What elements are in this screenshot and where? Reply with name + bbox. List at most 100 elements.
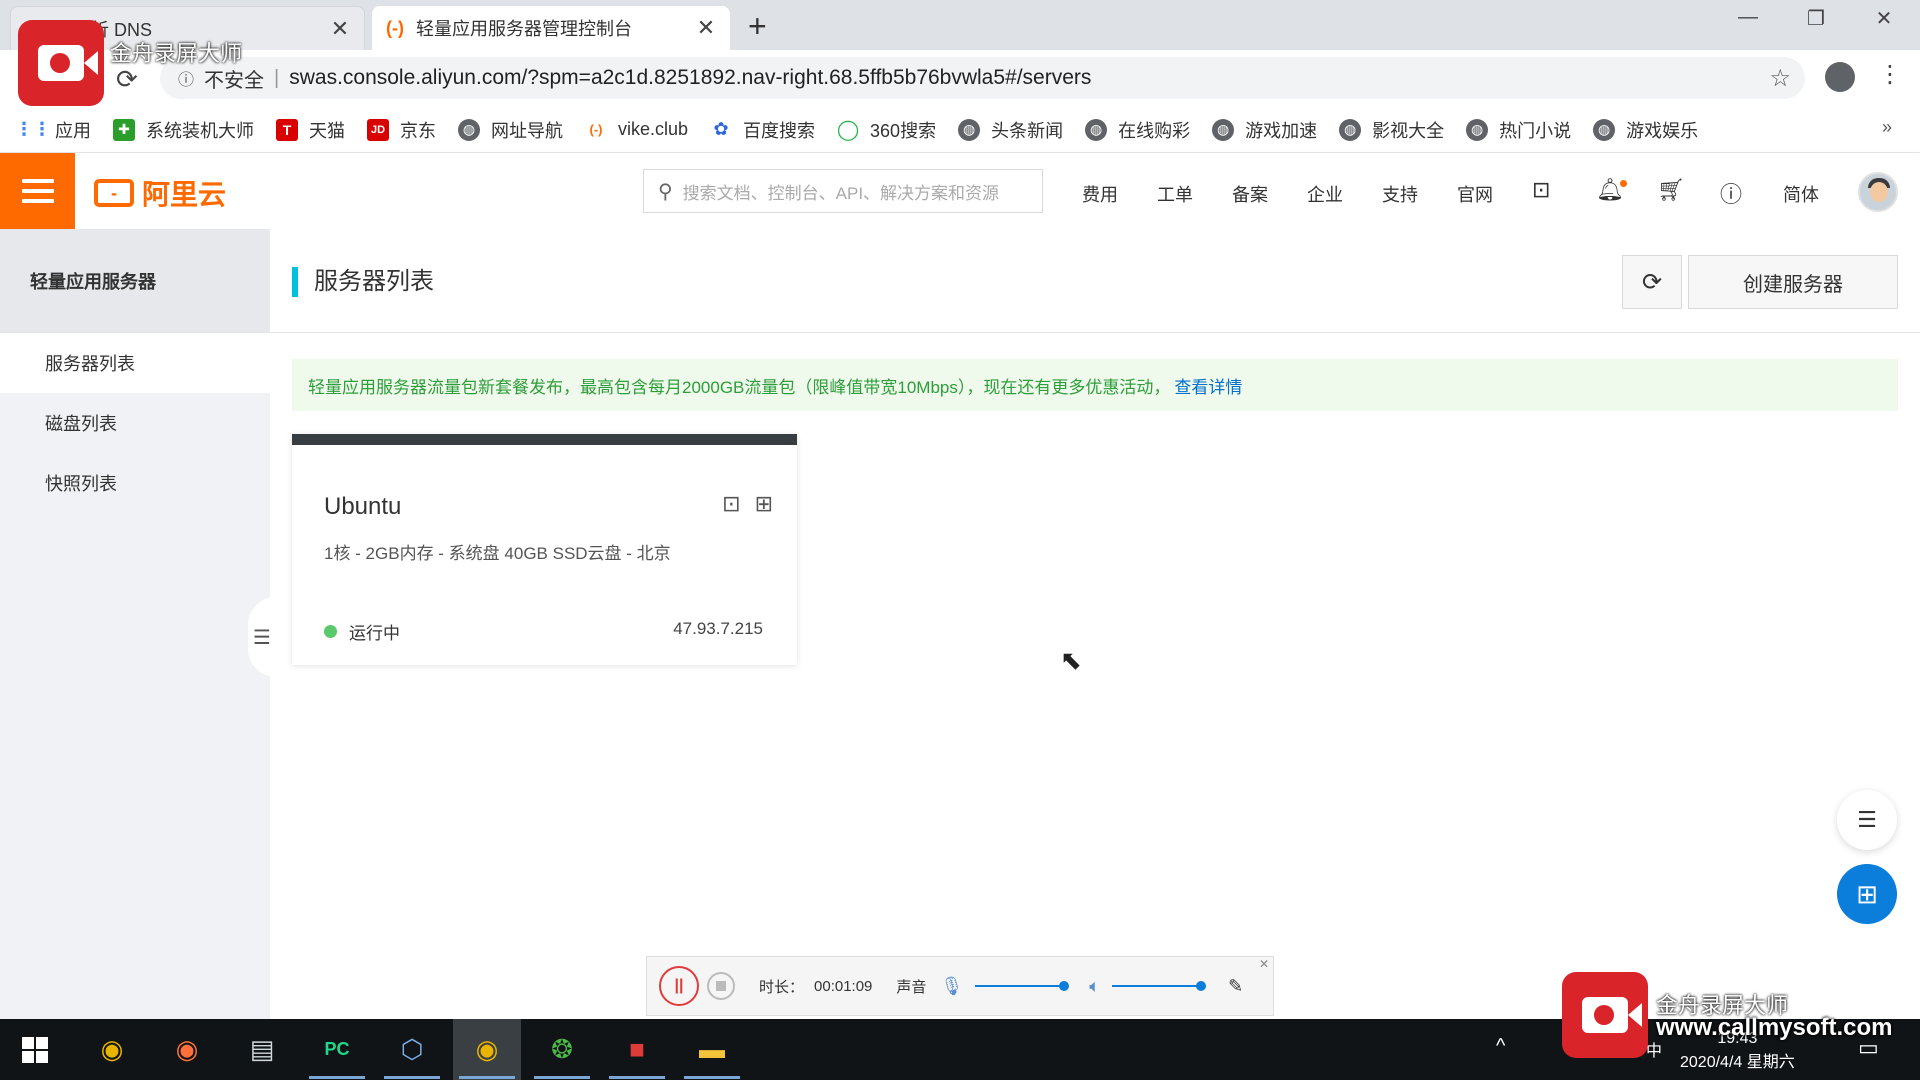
bookmark-item[interactable]: ✚ 系统装机大师	[113, 117, 254, 143]
server-name[interactable]: Ubuntu	[324, 493, 401, 521]
pause-button[interactable]: ||	[659, 966, 699, 1006]
watermark-url: www.callmysoft.com	[1656, 1014, 1893, 1041]
remote-terminal-icon[interactable]: ⊡	[722, 491, 740, 517]
nav-enterprise[interactable]: 企业	[1307, 181, 1343, 207]
info-icon[interactable]: ⓘ	[178, 66, 194, 90]
bookmark-item[interactable]: ◍ 影视大全	[1339, 117, 1444, 143]
url-text[interactable]: swas.console.aliyun.com/?spm=a2c1d.82518…	[289, 66, 1091, 90]
apps-grid-icon[interactable]: ⊞	[755, 491, 773, 517]
browser-tabstrip: (-) 云解析 DNS ✕ (-) 轻量应用服务器管理控制台 ✕ + — ❐ ✕	[0, 0, 1920, 50]
pen-icon[interactable]: ✎	[1228, 976, 1243, 997]
bookmarks-overflow-icon[interactable]: »	[1882, 117, 1892, 138]
bookmark-item[interactable]: ◍ 热门小说	[1466, 117, 1571, 143]
sidebar-item-snapshots[interactable]: 快照列表	[0, 453, 270, 513]
bookmark-item[interactable]: (-) vike.club	[585, 119, 689, 141]
refresh-button[interactable]: ⟳	[1622, 255, 1682, 309]
server-card[interactable]: Ubuntu ⊡ ⊞ 1核 - 2GB内存 - 系统盘 40GB SSD云盘 -…	[292, 434, 797, 665]
close-icon[interactable]: ✕	[696, 15, 716, 41]
speaker-icon[interactable]: 🔈︎	[1089, 976, 1100, 997]
sidebar-item-servers[interactable]: 服务器列表	[0, 333, 270, 393]
bookmark-label: 360搜索	[870, 120, 937, 141]
recorder-watermark-logo	[1562, 972, 1648, 1058]
speaker-volume-slider[interactable]	[1112, 981, 1207, 991]
recorder-toolbar: || 时长： 00:01:09 声音 🎙︎ 🔈︎ ✎ ✕	[646, 956, 1274, 1016]
nav-fees[interactable]: 费用	[1082, 181, 1118, 207]
help-icon[interactable]: ⓘ	[1720, 177, 1742, 209]
refresh-icon: ⟳	[1641, 268, 1663, 296]
aliyun-logo[interactable]: - 阿里云	[94, 173, 226, 213]
sidebar-item-disks[interactable]: 磁盘列表	[0, 393, 270, 453]
duration-value: 00:01:09	[814, 977, 873, 995]
stop-button[interactable]	[707, 972, 735, 1000]
anaconda-icon[interactable]: ❂	[534, 1027, 590, 1079]
screen-recorder-icon[interactable]: ■	[609, 1027, 665, 1079]
apps-diamond-icon: ⊞	[1856, 878, 1878, 909]
cart-icon[interactable]: 🛒︎	[1657, 177, 1685, 203]
bookmark-item[interactable]: ◯ 360搜索	[837, 117, 936, 143]
profile-icon[interactable]	[1825, 62, 1855, 92]
bookmark-item[interactable]: ◍ 在线购彩	[1085, 117, 1190, 143]
notepad-icon[interactable]: ▤	[240, 1027, 284, 1071]
reload-icon[interactable]: ⟳	[116, 64, 138, 95]
chrome-icon[interactable]: ◉	[90, 1027, 134, 1071]
chrome-icon[interactable]: ◉	[459, 1027, 515, 1079]
nav-official-site[interactable]: 官网	[1457, 181, 1493, 207]
duration-label: 时长：	[759, 978, 805, 996]
bookmark-label: 天猫	[309, 120, 345, 141]
bookmark-item[interactable]: ◍ 网址导航	[458, 117, 563, 143]
server-status: 运行中	[324, 619, 400, 644]
nav-tickets[interactable]: 工单	[1157, 181, 1193, 207]
close-icon[interactable]: ✕	[330, 16, 350, 42]
bookmark-item[interactable]: ◍ 头条新闻	[958, 117, 1063, 143]
windows-start-icon[interactable]	[22, 1037, 48, 1063]
new-tab-plus-icon[interactable]: +	[748, 8, 767, 45]
bookmark-star-icon[interactable]: ☆	[1769, 64, 1791, 93]
virtualbox-icon[interactable]: ⬡	[384, 1027, 440, 1079]
tray-expand-icon[interactable]: ^	[1496, 1035, 1505, 1058]
restore-icon[interactable]: ❐	[1796, 6, 1836, 31]
address-divider: |	[274, 66, 280, 89]
aliyun-icon: (-)	[386, 17, 404, 38]
microphone-icon[interactable]: 🎙︎	[940, 976, 963, 997]
minimize-icon[interactable]: —	[1728, 6, 1768, 29]
notice-details-link[interactable]: 查看详情	[1174, 373, 1242, 398]
bookmark-item[interactable]: ✿ 百度搜索	[710, 117, 815, 143]
language-switch[interactable]: 简体	[1783, 181, 1819, 207]
bookmark-item[interactable]: JD 京东	[367, 117, 436, 143]
bookmark-label: 游戏娱乐	[1626, 120, 1699, 141]
bookmark-label: 游戏加速	[1245, 120, 1318, 141]
globe-icon: ◍	[1593, 118, 1616, 141]
more-menu-icon[interactable]: ⋮	[1878, 60, 1902, 89]
sidebar-title: 轻量应用服务器	[0, 229, 270, 333]
browser-tab-swas[interactable]: (-) 轻量应用服务器管理控制台 ✕	[372, 6, 730, 50]
window-close-icon[interactable]: ✕	[1864, 6, 1904, 31]
terminal-icon[interactable]: ⊡	[1532, 177, 1550, 203]
address-bar[interactable]: ⓘ 不安全 | swas.console.aliyun.com/?spm=a2c…	[160, 57, 1805, 99]
create-server-button[interactable]: 创建服务器	[1688, 255, 1898, 309]
server-spec: 1核 - 2GB内存 - 系统盘 40GB SSD云盘 - 北京	[324, 544, 671, 563]
watermark-brand: 金舟录屏大师	[110, 41, 243, 66]
firefox-icon[interactable]: ◉	[165, 1027, 209, 1071]
bookmark-apps[interactable]: ⋮⋮ 应用	[15, 117, 91, 143]
search-icon: ⚲	[658, 180, 673, 203]
console-search-input[interactable]: ⚲ 搜索文档、控制台、API、解决方案和资源	[643, 169, 1043, 213]
promo-notice: 轻量应用服务器流量包新套餐发布，最高包含每月2000GB流量包（限峰值带宽10M…	[292, 359, 1898, 411]
bookmark-item[interactable]: ◍ 游戏娱乐	[1593, 117, 1698, 143]
pycharm-icon[interactable]: PC	[309, 1027, 365, 1079]
nav-support[interactable]: 支持	[1382, 181, 1418, 207]
bookmark-item[interactable]: T 天猫	[276, 117, 345, 143]
bookmark-label: 热门小说	[1499, 120, 1572, 141]
chat-float-button[interactable]: ☰	[1837, 790, 1897, 850]
avatar[interactable]	[1858, 172, 1898, 212]
bookmark-label: 应用	[55, 120, 91, 141]
close-icon[interactable]: ✕	[1259, 957, 1269, 971]
file-explorer-icon[interactable]: ▬	[684, 1027, 740, 1079]
bookmark-item[interactable]: ◍ 游戏加速	[1212, 117, 1317, 143]
mic-volume-slider[interactable]	[975, 981, 1070, 991]
hamburger-menu-icon[interactable]	[0, 153, 75, 229]
nav-icp[interactable]: 备案	[1232, 181, 1268, 207]
bookmark-label: vike.club	[618, 119, 689, 139]
globe-icon: ◍	[1339, 118, 1362, 141]
aliyun-icon: (-)	[589, 122, 603, 137]
apps-float-button[interactable]: ⊞	[1837, 864, 1897, 924]
